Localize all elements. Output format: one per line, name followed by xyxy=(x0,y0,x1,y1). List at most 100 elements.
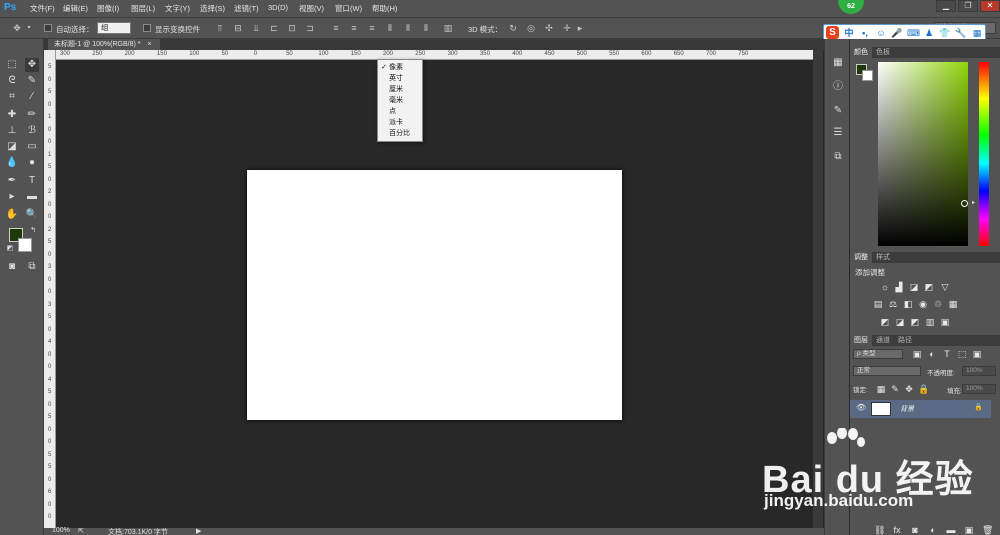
fill-input[interactable]: 100% xyxy=(962,384,996,394)
tab-paths[interactable]: 路径 xyxy=(894,335,916,346)
tab-adjustments[interactable]: 调整 xyxy=(850,252,872,263)
vibrance-icon[interactable]: ▽ xyxy=(940,282,950,292)
link-layers-icon[interactable]: ⛓ xyxy=(874,525,885,535)
auto-align-icon[interactable]: ▥ xyxy=(443,23,453,33)
black-white-icon[interactable]: ◧ xyxy=(903,299,913,309)
auto-select-checkbox[interactable] xyxy=(44,24,52,32)
distribute-right-icon[interactable]: ⦀ xyxy=(421,23,431,33)
unit-millimeters[interactable]: 毫米 xyxy=(378,95,422,106)
align-left-icon[interactable]: ⊏ xyxy=(269,23,279,33)
voice-icon[interactable]: 🎤 xyxy=(891,27,903,39)
vertical-ruler[interactable]: 5 0 5 0 1 0 0 1 5 0 2 0 0 2 5 0 3 0 0 3 5 0 4 0 0 4 5 0 5 0 0 5 5 0 6 0 0 xyxy=(44,50,56,528)
punctuation-icon[interactable]: •, xyxy=(859,27,871,39)
document-canvas[interactable] xyxy=(247,170,622,420)
gradient-map-icon[interactable]: ▥ xyxy=(925,317,935,327)
history-brush-tool-icon[interactable]: ℬ xyxy=(25,124,39,138)
background-color-swatch[interactable] xyxy=(18,238,32,252)
layer-name[interactable]: 背景 xyxy=(900,404,914,414)
close-button[interactable]: ✕ xyxy=(980,0,1000,12)
clone-source-panel-icon[interactable]: ⧉ xyxy=(832,151,844,163)
eyedropper-tool-icon[interactable]: ⁄ xyxy=(25,90,39,104)
posterize-icon[interactable]: ◪ xyxy=(895,317,905,327)
hand-tool-icon[interactable]: ✋ xyxy=(5,208,19,222)
quick-select-tool-icon[interactable]: ✎ xyxy=(25,74,39,88)
align-vcenter-icon[interactable]: ⊟ xyxy=(233,23,243,33)
tab-color[interactable]: 颜色 xyxy=(850,47,872,58)
menu-3d[interactable]: 3D(D) xyxy=(268,3,288,12)
lasso-tool-icon[interactable]: ᘓ xyxy=(5,74,19,88)
show-transform-checkbox[interactable] xyxy=(143,24,151,32)
tab-swatches[interactable]: 色板 xyxy=(872,47,894,58)
hue-slider[interactable] xyxy=(979,62,989,246)
delete-layer-icon[interactable]: 🗑 xyxy=(982,525,993,535)
brightness-icon[interactable]: ☼ xyxy=(880,282,890,292)
crop-tool-icon[interactable]: ⌗ xyxy=(5,90,19,104)
menu-view[interactable]: 视图(V) xyxy=(299,3,324,14)
menu-edit[interactable]: 编辑(E) xyxy=(63,3,88,14)
layer-mask-icon[interactable]: ◙ xyxy=(910,525,920,535)
menu-help[interactable]: 帮助(H) xyxy=(372,3,397,14)
color-picker-cursor[interactable] xyxy=(961,200,968,207)
auto-select-dropdown[interactable]: 组 xyxy=(97,22,131,34)
horizontal-ruler[interactable]: 300 250 200 150 100 50 0 50 100 150 200 250 300 350 40… xyxy=(44,50,813,60)
skin-icon[interactable]: 👕 xyxy=(939,27,951,39)
path-select-tool-icon[interactable]: ▸ xyxy=(5,190,19,204)
invert-icon[interactable]: ◩ xyxy=(880,317,890,327)
unit-inches[interactable]: 英寸 xyxy=(378,73,422,84)
ime-lang-toggle[interactable]: 中 xyxy=(843,27,855,39)
exposure-icon[interactable]: ◩ xyxy=(924,282,934,292)
zoom-tool-icon[interactable]: 🔍 xyxy=(25,208,39,222)
distribute-top-icon[interactable]: ≡ xyxy=(331,23,341,33)
unit-picas[interactable]: 派卡 xyxy=(378,117,422,128)
3d-roll-icon[interactable]: ◎ xyxy=(526,23,536,33)
quick-mask-icon[interactable]: ◙ xyxy=(5,260,19,274)
color-balance-icon[interactable]: ⚖ xyxy=(888,299,898,309)
levels-icon[interactable]: ▟ xyxy=(894,282,904,292)
tab-layers[interactable]: 图层 xyxy=(850,335,872,346)
align-hcenter-icon[interactable]: ⊡ xyxy=(287,23,297,33)
lock-all-icon[interactable]: 🔒 xyxy=(918,384,929,394)
restore-button[interactable]: ❐ xyxy=(958,0,978,12)
canvas-vertical-scrollbar[interactable] xyxy=(813,50,823,528)
menu-file[interactable]: 文件(F) xyxy=(30,3,55,14)
unit-percent[interactable]: 百分比 xyxy=(378,128,422,139)
menu-type[interactable]: 文字(Y) xyxy=(165,3,190,14)
menu-layer[interactable]: 图层(L) xyxy=(131,3,155,14)
lock-pixels-icon[interactable]: ✎ xyxy=(890,384,900,394)
marquee-tool-icon[interactable]: ⬚ xyxy=(5,58,19,72)
unit-pixels[interactable]: ✓ 像素 xyxy=(378,62,422,73)
tab-styles[interactable]: 样式 xyxy=(872,252,894,263)
3d-scale-icon[interactable]: ▸ xyxy=(575,23,585,33)
new-layer-icon[interactable]: ▣ xyxy=(964,525,974,535)
sogou-logo-icon[interactable]: S xyxy=(826,26,839,39)
3d-rotate-icon[interactable]: ↻ xyxy=(508,23,518,33)
filter-shape-icon[interactable]: ⬚ xyxy=(957,349,967,359)
channel-mixer-icon[interactable]: ♲ xyxy=(933,299,943,309)
distribute-hcenter-icon[interactable]: ⦀ xyxy=(403,23,413,33)
layer-row[interactable]: 👁 背景 🔒 xyxy=(850,400,991,418)
color-panel-background-swatch[interactable] xyxy=(862,70,873,81)
move-tool-icon[interactable]: ✥ xyxy=(25,58,39,72)
new-adjustment-icon[interactable]: ◐ xyxy=(928,525,938,535)
filter-pixel-icon[interactable]: ▣ xyxy=(912,349,922,359)
layer-style-icon[interactable]: fx xyxy=(892,525,902,535)
minimize-button[interactable]: ▁ xyxy=(936,0,956,12)
3d-slide-icon[interactable]: ✛ xyxy=(562,23,572,33)
gradient-tool-icon[interactable]: ▭ xyxy=(25,140,39,154)
new-group-icon[interactable]: ▬ xyxy=(946,525,956,535)
grid-icon[interactable]: ▦ xyxy=(971,27,983,39)
history-panel-icon[interactable]: ▦ xyxy=(832,57,844,69)
filter-adjust-icon[interactable]: ◐ xyxy=(927,349,937,359)
hue-sat-icon[interactable]: ▤ xyxy=(873,299,883,309)
menu-select[interactable]: 选择(S) xyxy=(200,3,225,14)
tab-channels[interactable]: 通道 xyxy=(872,335,894,346)
blend-mode-dropdown[interactable]: 正常 xyxy=(853,366,921,376)
filter-type-icon[interactable]: T xyxy=(942,349,952,359)
user-icon[interactable]: ♟ xyxy=(923,27,935,39)
document-tab-close-button[interactable]: × xyxy=(147,41,151,48)
selective-color-icon[interactable]: ▣ xyxy=(940,317,950,327)
lock-transparent-icon[interactable]: ▦ xyxy=(876,384,886,394)
opacity-input[interactable]: 100% xyxy=(962,366,996,376)
distribute-left-icon[interactable]: ⦀ xyxy=(385,23,395,33)
properties-panel-icon[interactable]: ☰ xyxy=(832,127,844,139)
